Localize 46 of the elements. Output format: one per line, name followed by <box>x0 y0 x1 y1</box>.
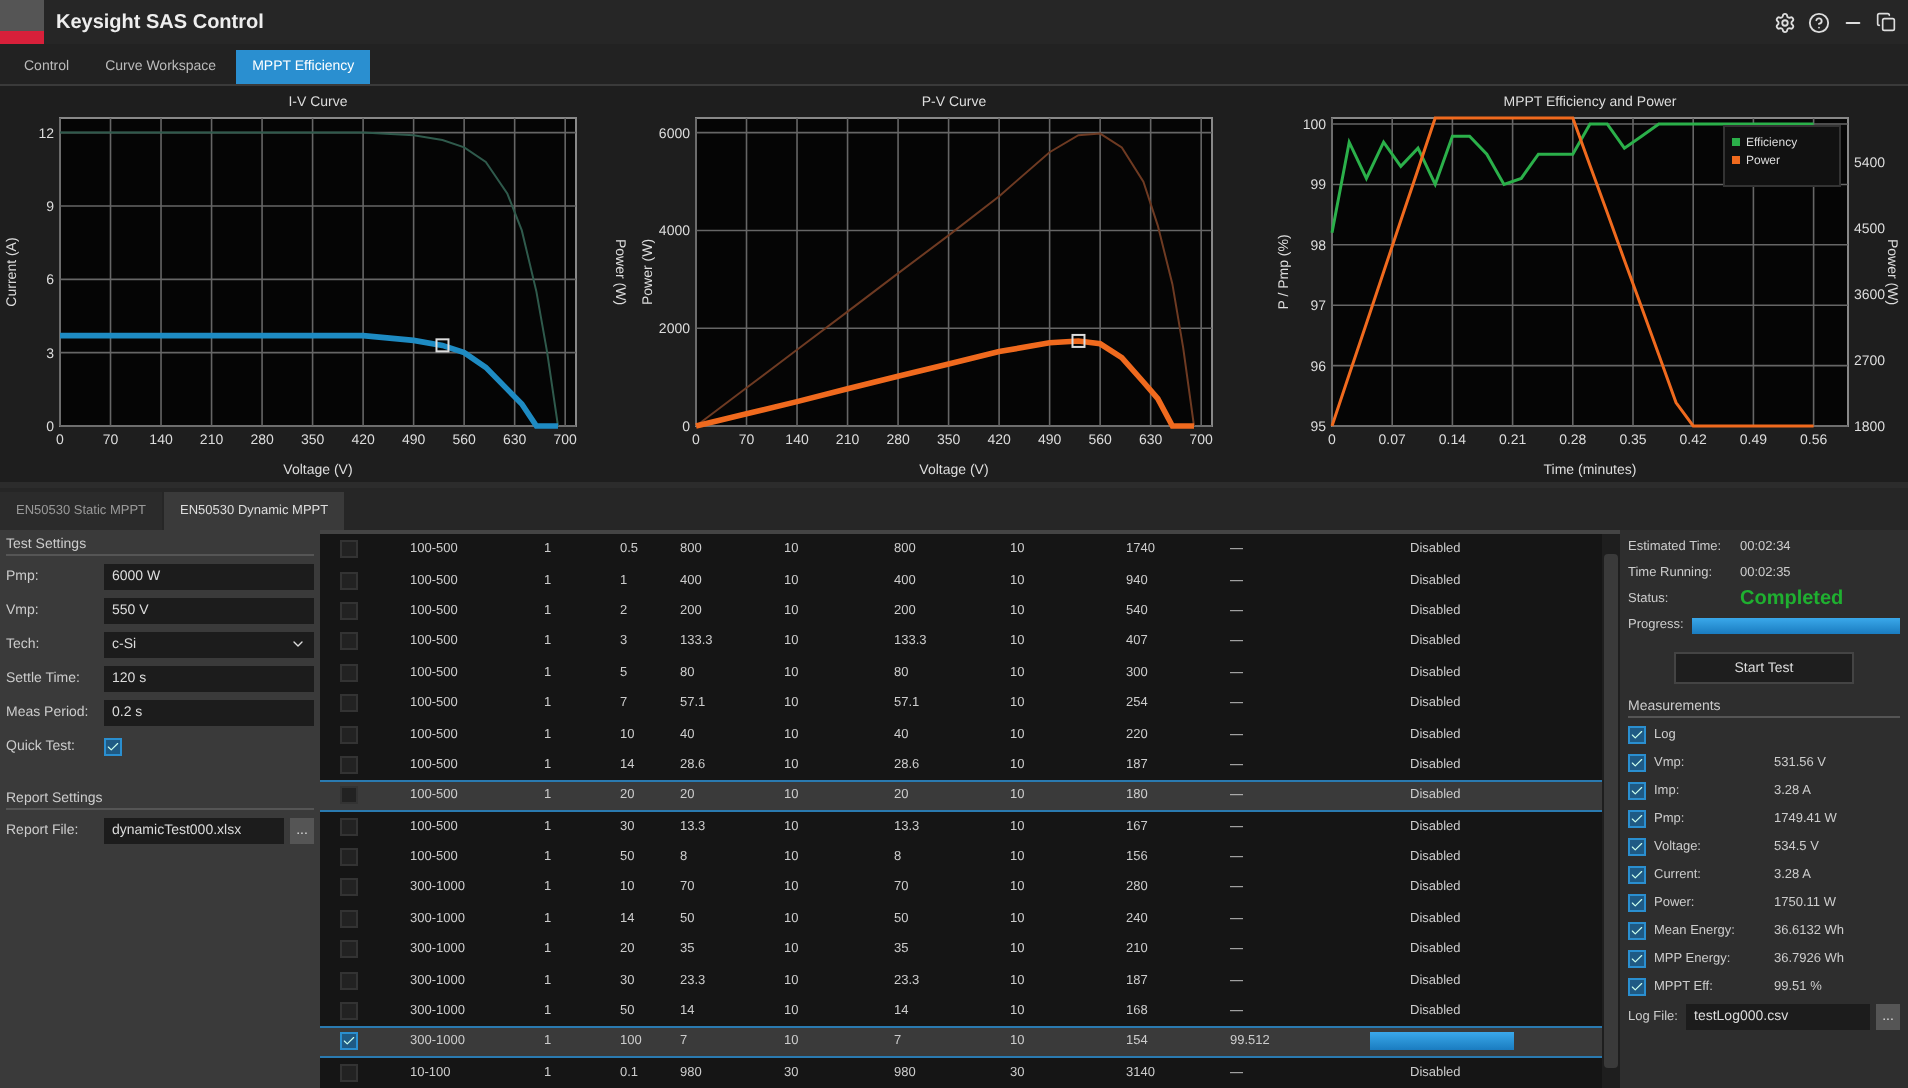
checkbox[interactable] <box>1628 865 1646 883</box>
checkbox[interactable] <box>340 694 358 713</box>
checkbox[interactable] <box>340 663 358 682</box>
scrollbar[interactable] <box>1602 534 1620 1088</box>
checkbox[interactable] <box>1628 753 1646 771</box>
checkbox[interactable] <box>340 755 358 774</box>
legend <box>1723 125 1841 187</box>
checkbox[interactable] <box>340 786 358 805</box>
checkbox[interactable] <box>340 878 358 897</box>
legend-swatch <box>1732 156 1740 164</box>
legend-swatch <box>1732 138 1740 146</box>
restore-icon <box>1876 12 1896 32</box>
progress-bar <box>1370 1032 1514 1051</box>
checkbox[interactable] <box>340 1002 358 1021</box>
settings-icon <box>1774 11 1796 33</box>
checkbox[interactable] <box>1628 781 1646 799</box>
window-title: Keysight SAS Control <box>56 11 266 33</box>
checkbox[interactable] <box>340 571 358 590</box>
checkbox[interactable] <box>340 540 358 559</box>
checkbox[interactable] <box>340 1063 358 1082</box>
logo-icon <box>0 0 44 44</box>
status-text: Completed <box>1740 588 1844 610</box>
checkbox[interactable] <box>340 1032 358 1051</box>
point-marker <box>1071 333 1086 348</box>
checkbox[interactable] <box>1628 725 1646 743</box>
help-icon <box>1808 11 1830 33</box>
checkbox[interactable] <box>340 971 358 990</box>
point-marker <box>435 338 450 353</box>
restore-button[interactable] <box>1876 12 1896 32</box>
checkbox[interactable] <box>1628 837 1646 855</box>
checkbox[interactable] <box>340 909 358 928</box>
checkbox[interactable] <box>340 632 358 651</box>
checkbox[interactable] <box>340 848 358 867</box>
settings-button[interactable] <box>1774 11 1796 33</box>
checkbox[interactable] <box>104 737 122 755</box>
checkbox[interactable] <box>1628 893 1646 911</box>
checkbox[interactable] <box>1628 809 1646 827</box>
checkbox[interactable] <box>1628 949 1646 967</box>
checkbox[interactable] <box>1628 921 1646 939</box>
checkbox[interactable] <box>1628 977 1646 995</box>
help-button[interactable] <box>1808 11 1830 33</box>
caret-icon <box>290 636 306 652</box>
checkbox[interactable] <box>340 817 358 836</box>
checkbox[interactable] <box>340 601 358 620</box>
checkbox[interactable] <box>340 725 358 744</box>
checkbox[interactable] <box>340 940 358 959</box>
